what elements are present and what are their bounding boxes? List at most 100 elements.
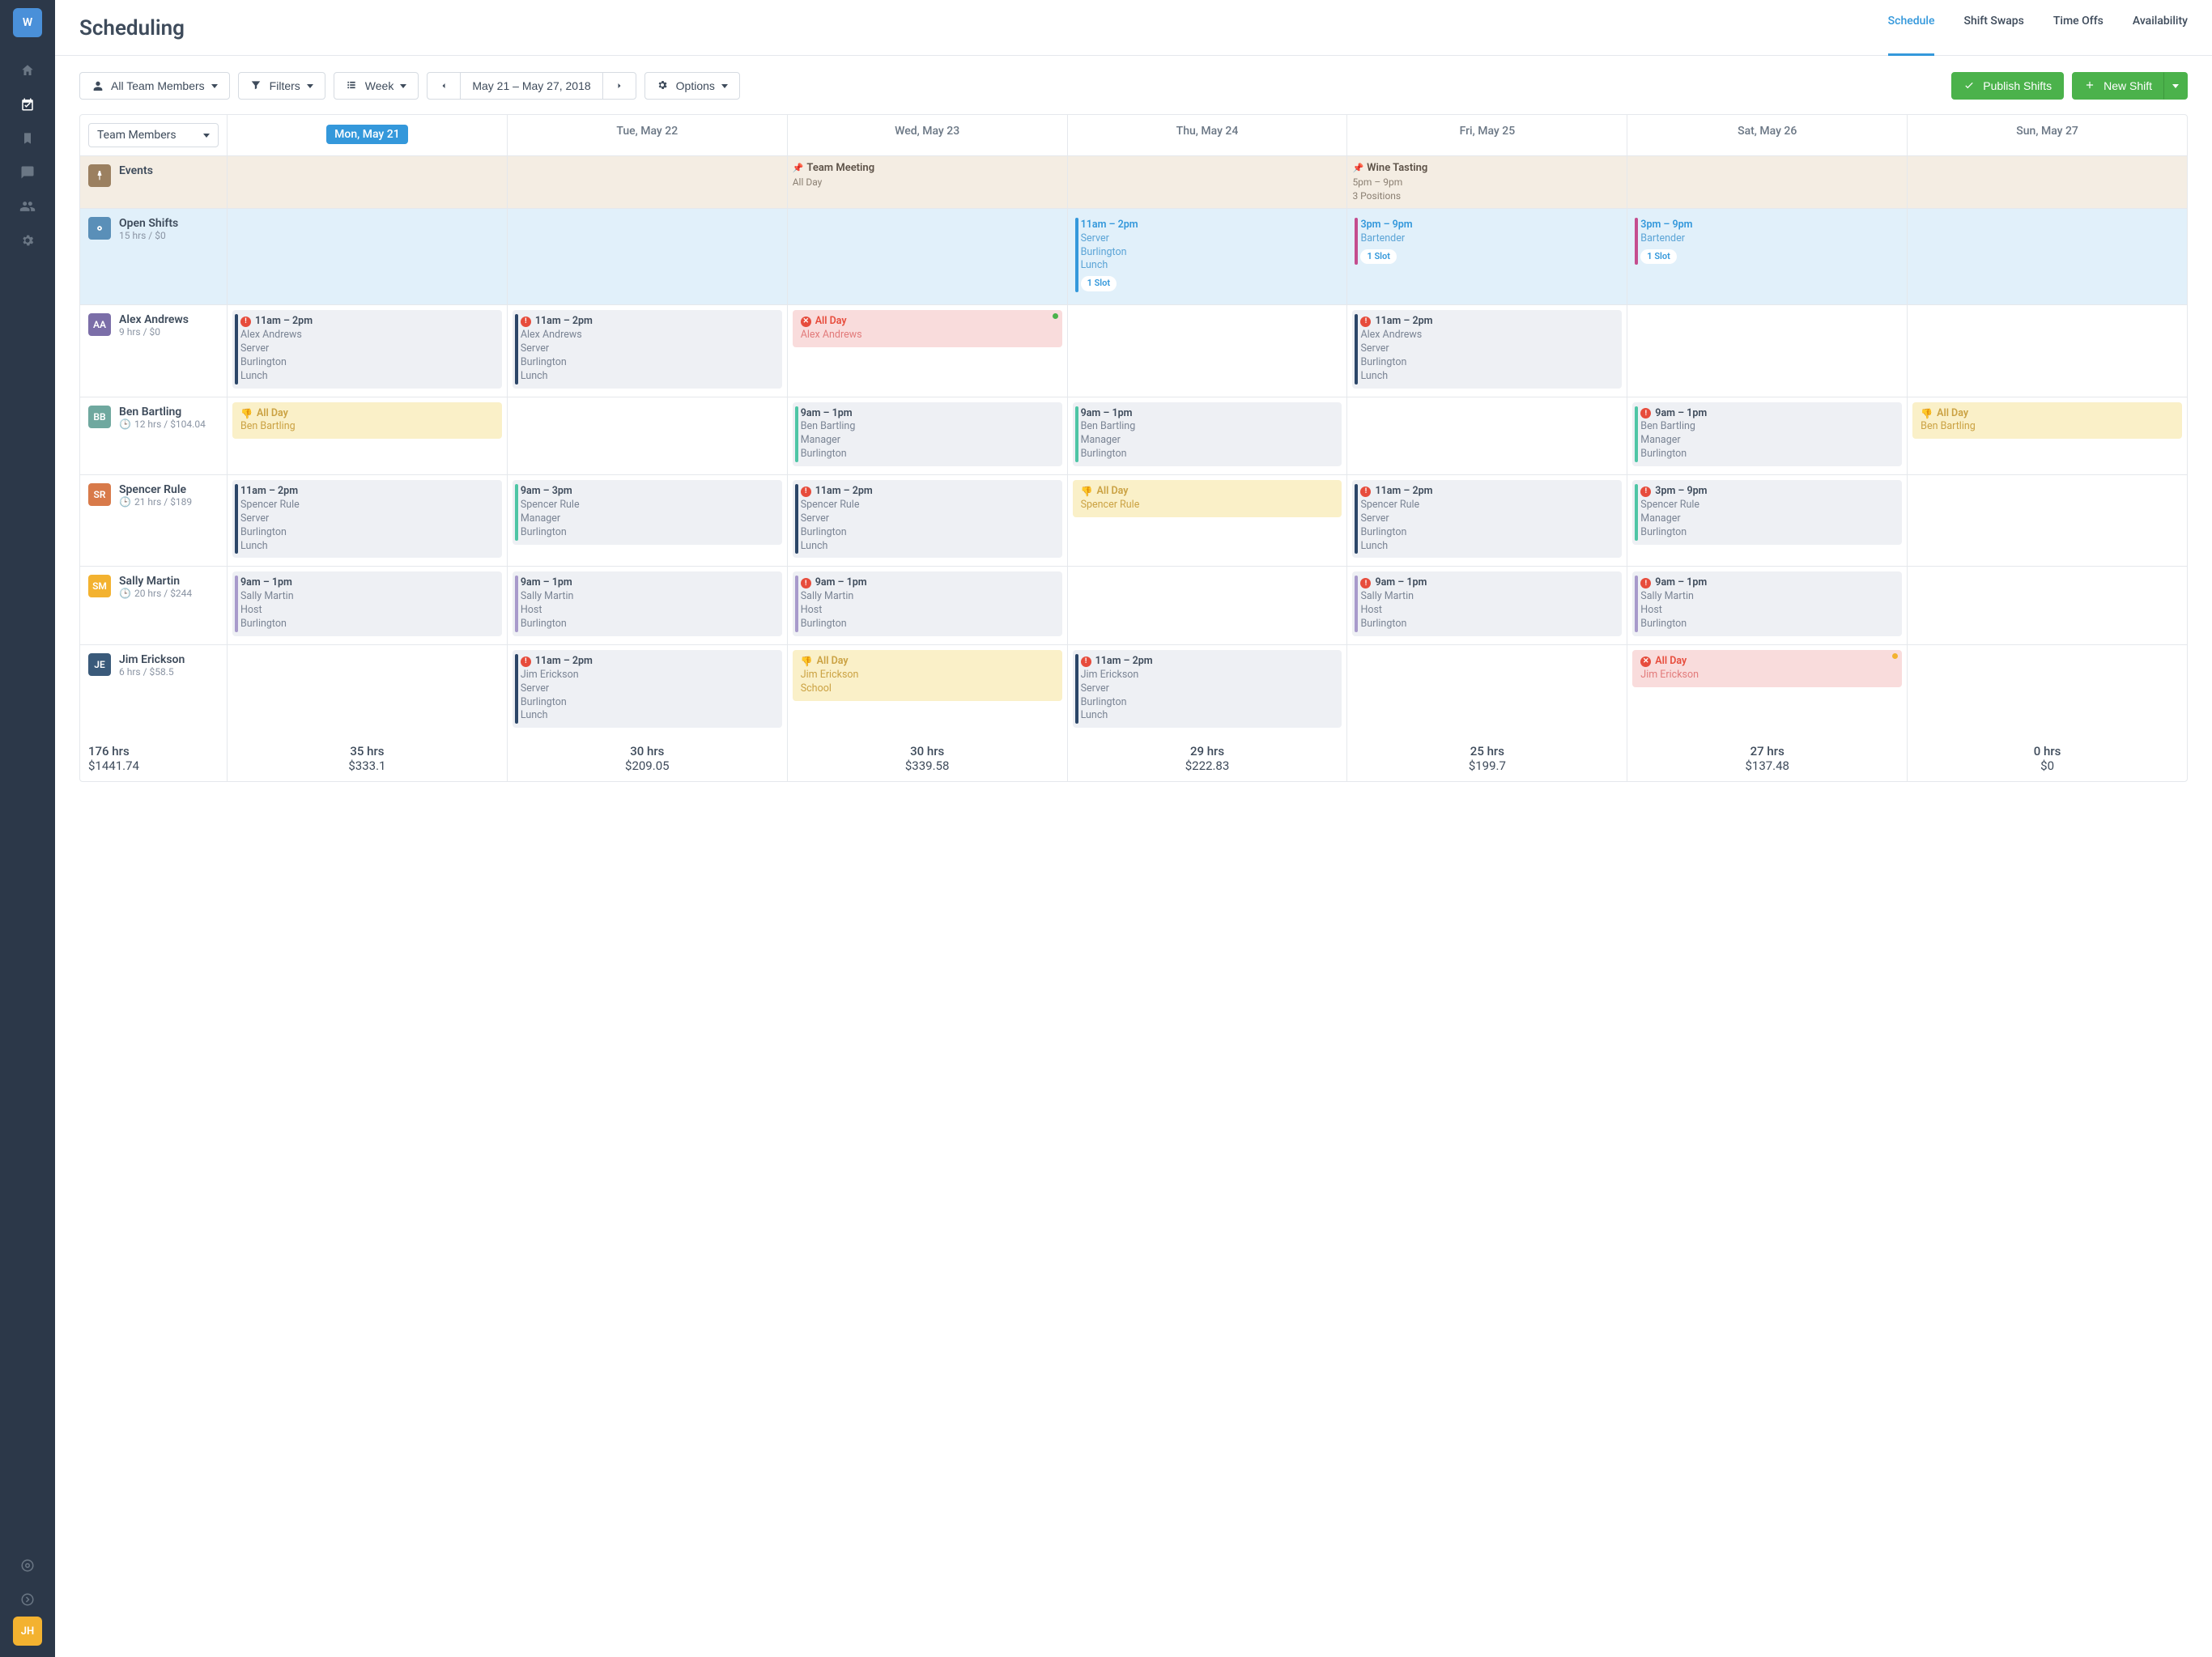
shift-card[interactable]: 3pm – 9pm Bartender 1 Slot: [1632, 214, 1902, 270]
shift-cell[interactable]: !11am – 2pmAlex AndrewsServerBurlingtonL…: [1347, 305, 1627, 396]
events-cell-sat[interactable]: [1627, 156, 1908, 208]
shift-cell[interactable]: 9am – 1pmBen BartlingManagerBurlington: [788, 397, 1068, 475]
shift-card[interactable]: 👎All DayBen Bartling: [232, 402, 502, 440]
shift-card[interactable]: !11am – 2pmSpencer RuleServerBurlingtonL…: [1352, 480, 1622, 558]
shift-card[interactable]: !11am – 2pmAlex AndrewsServerBurlingtonL…: [1352, 310, 1622, 388]
day-header-sat[interactable]: Sat, May 26: [1627, 115, 1908, 155]
tab-time-offs[interactable]: Time Offs: [2053, 15, 2104, 42]
events-cell-mon[interactable]: [228, 156, 508, 208]
shift-cell[interactable]: [228, 645, 508, 736]
shift-cell[interactable]: [1627, 305, 1908, 396]
shift-card[interactable]: 9am – 1pmSally MartinHostBurlington: [513, 571, 782, 636]
shift-cell[interactable]: 9am – 1pmBen BartlingManagerBurlington: [1068, 397, 1348, 475]
shift-cell[interactable]: !11am – 2pmJim EricksonServerBurlingtonL…: [1068, 645, 1348, 736]
shift-cell[interactable]: !9am – 1pmBen BartlingManagerBurlington: [1627, 397, 1908, 475]
shift-cell[interactable]: !9am – 1pmSally MartinHostBurlington: [1627, 567, 1908, 644]
tab-schedule[interactable]: Schedule: [1888, 15, 1935, 42]
settings-icon[interactable]: [0, 223, 55, 257]
next-button[interactable]: [602, 72, 636, 100]
home-icon[interactable]: [0, 53, 55, 87]
open-cell-mon[interactable]: [228, 209, 508, 304]
open-cell-thu[interactable]: 11am – 2pm Server Burlington Lunch 1 Slo…: [1068, 209, 1348, 304]
shift-cell[interactable]: [1068, 305, 1348, 396]
shift-card[interactable]: 11am – 2pm Server Burlington Lunch 1 Slo…: [1073, 214, 1342, 296]
options-button[interactable]: Options: [644, 72, 740, 100]
shift-cell[interactable]: 9am – 3pmSpencer RuleManagerBurlington: [508, 475, 788, 566]
events-cell-fri[interactable]: 📌Wine Tasting 5pm – 9pm 3 Positions: [1347, 156, 1627, 208]
shift-card[interactable]: 👎All DayBen Bartling: [1912, 402, 2182, 440]
shift-cell[interactable]: ✕All DayJim Erickson: [1627, 645, 1908, 736]
chat-icon[interactable]: [0, 155, 55, 189]
team-members-dropdown[interactable]: All Team Members: [79, 72, 230, 100]
shift-cell[interactable]: !11am – 2pmAlex AndrewsServerBurlingtonL…: [508, 305, 788, 396]
shift-card[interactable]: !11am – 2pmAlex AndrewsServerBurlingtonL…: [232, 310, 502, 388]
shift-cell[interactable]: !11am – 2pmJim EricksonServerBurlingtonL…: [508, 645, 788, 736]
event-card[interactable]: 📌Team Meeting All Day: [793, 161, 1062, 189]
shift-cell[interactable]: [1908, 475, 2187, 566]
bookmark-icon[interactable]: [0, 121, 55, 155]
day-header-sun[interactable]: Sun, May 27: [1908, 115, 2187, 155]
shift-card[interactable]: !3pm – 9pmSpencer RuleManagerBurlington: [1632, 480, 1902, 545]
day-header-thu[interactable]: Thu, May 24: [1068, 115, 1348, 155]
help-icon[interactable]: [0, 1549, 55, 1583]
shift-cell[interactable]: !11am – 2pmSpencer RuleServerBurlingtonL…: [1347, 475, 1627, 566]
shift-cell[interactable]: !3pm – 9pmSpencer RuleManagerBurlington: [1627, 475, 1908, 566]
shift-card[interactable]: !9am – 1pmSally MartinHostBurlington: [1632, 571, 1902, 636]
events-cell-thu[interactable]: [1068, 156, 1348, 208]
shift-cell[interactable]: 👎All DaySpencer Rule: [1068, 475, 1348, 566]
shift-card[interactable]: !9am – 1pmSally MartinHostBurlington: [793, 571, 1062, 636]
shift-card[interactable]: !9am – 1pmSally MartinHostBurlington: [1352, 571, 1622, 636]
shift-cell[interactable]: [1347, 397, 1627, 475]
shift-card[interactable]: ✕All DayJim Erickson: [1632, 650, 1902, 687]
logout-icon[interactable]: [0, 1583, 55, 1617]
shift-cell[interactable]: 👎All DayBen Bartling: [1908, 397, 2187, 475]
shift-cell[interactable]: !9am – 1pmSally MartinHostBurlington: [1347, 567, 1627, 644]
shift-cell[interactable]: 👎All DayBen Bartling: [228, 397, 508, 475]
date-range-button[interactable]: May 21 – May 27, 2018: [460, 72, 602, 100]
prev-button[interactable]: [427, 72, 461, 100]
shift-card[interactable]: !11am – 2pmJim EricksonServerBurlingtonL…: [1073, 650, 1342, 728]
publish-shifts-button[interactable]: Publish Shifts: [1951, 72, 2064, 100]
open-cell-wed[interactable]: [788, 209, 1068, 304]
shift-cell[interactable]: [508, 397, 788, 475]
shift-card[interactable]: 9am – 1pmSally MartinHostBurlington: [232, 571, 502, 636]
team-icon[interactable]: [0, 189, 55, 223]
shift-card[interactable]: !11am – 2pmJim EricksonServerBurlingtonL…: [513, 650, 782, 728]
app-logo[interactable]: W: [13, 8, 42, 37]
shift-card[interactable]: !11am – 2pmAlex AndrewsServerBurlingtonL…: [513, 310, 782, 388]
events-cell-sun[interactable]: [1908, 156, 2187, 208]
shift-cell[interactable]: !11am – 2pmSpencer RuleServerBurlingtonL…: [788, 475, 1068, 566]
shift-cell[interactable]: [1068, 567, 1348, 644]
shift-cell[interactable]: !9am – 1pmSally MartinHostBurlington: [788, 567, 1068, 644]
shift-cell[interactable]: 👎All DayJim EricksonSchool: [788, 645, 1068, 736]
shift-cell[interactable]: 9am – 1pmSally MartinHostBurlington: [508, 567, 788, 644]
day-header-wed[interactable]: Wed, May 23: [788, 115, 1068, 155]
shift-cell[interactable]: 11am – 2pmSpencer RuleServerBurlingtonLu…: [228, 475, 508, 566]
shift-cell[interactable]: !11am – 2pmAlex AndrewsServerBurlingtonL…: [228, 305, 508, 396]
shift-cell[interactable]: [1347, 645, 1627, 736]
new-shift-dropdown[interactable]: [2163, 72, 2188, 100]
open-cell-tue[interactable]: [508, 209, 788, 304]
new-shift-button[interactable]: New Shift: [2072, 72, 2164, 100]
day-header-tue[interactable]: Tue, May 22: [508, 115, 788, 155]
shift-card[interactable]: 9am – 1pmBen BartlingManagerBurlington: [1073, 402, 1342, 467]
shift-cell[interactable]: 9am – 1pmSally MartinHostBurlington: [228, 567, 508, 644]
view-dropdown[interactable]: Week: [334, 72, 419, 100]
shift-cell[interactable]: [1908, 645, 2187, 736]
open-cell-sat[interactable]: 3pm – 9pm Bartender 1 Slot: [1627, 209, 1908, 304]
shift-card[interactable]: 👎All DaySpencer Rule: [1073, 480, 1342, 517]
tab-availability[interactable]: Availability: [2133, 15, 2188, 42]
open-cell-sun[interactable]: [1908, 209, 2187, 304]
open-cell-fri[interactable]: 3pm – 9pm Bartender 1 Slot: [1347, 209, 1627, 304]
shift-card[interactable]: 11am – 2pmSpencer RuleServerBurlingtonLu…: [232, 480, 502, 558]
events-cell-tue[interactable]: [508, 156, 788, 208]
shift-card[interactable]: 9am – 3pmSpencer RuleManagerBurlington: [513, 480, 782, 545]
shift-cell[interactable]: [1908, 567, 2187, 644]
event-card[interactable]: 📌Wine Tasting 5pm – 9pm 3 Positions: [1352, 161, 1622, 203]
shift-card[interactable]: 9am – 1pmBen BartlingManagerBurlington: [793, 402, 1062, 467]
shift-cell[interactable]: ✕All DayAlex Andrews: [788, 305, 1068, 396]
filters-button[interactable]: Filters: [238, 72, 325, 100]
shift-card[interactable]: !9am – 1pmBen BartlingManagerBurlington: [1632, 402, 1902, 467]
team-members-select[interactable]: Team Members: [88, 123, 219, 147]
day-header-mon[interactable]: Mon, May 21: [228, 115, 508, 155]
